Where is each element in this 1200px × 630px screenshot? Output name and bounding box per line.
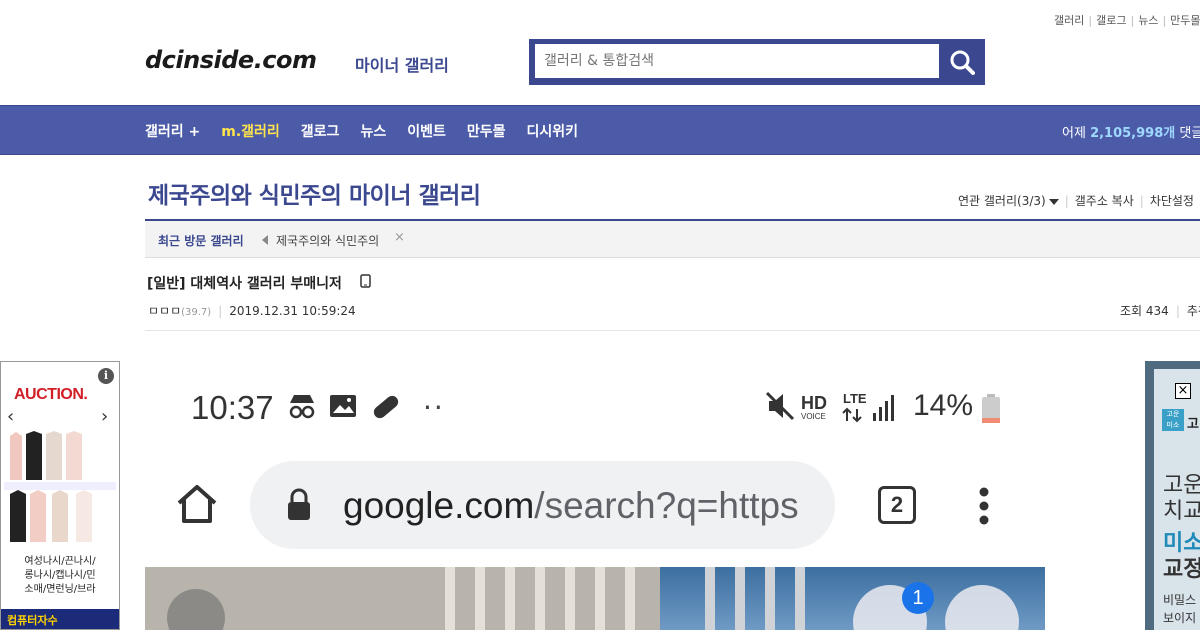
second-ad[interactable]: 컴퓨터자수 — [1, 609, 119, 629]
main-nav: 갤러리 + m.갤러리 갤로그 뉴스 이벤트 만두몰 디시위키 어제 2,105… — [0, 105, 1200, 155]
util-link-mall[interactable]: 만두몰 — [1170, 14, 1200, 27]
voice-label: VOICE — [801, 412, 826, 421]
status-more-dots: ·· — [423, 391, 445, 424]
stats-prefix: 어제 — [1062, 126, 1086, 141]
home-icon[interactable] — [175, 483, 219, 525]
ad-product-image — [4, 430, 116, 550]
ad-heading-1: 고운 치교 — [1163, 473, 1200, 524]
clinic-logo-text: 고 — [1187, 417, 1199, 432]
ad-caption: 여성나시/끈나시/ 롱나시/캡나시/민 소매/면런닝/브라 — [24, 556, 96, 595]
tabs-count-button[interactable]: 2 — [878, 486, 916, 524]
nav-minor-gallery[interactable]: m.갤러리 — [221, 121, 280, 141]
post-recommend: 추천 — [1186, 304, 1200, 318]
lock-icon — [288, 488, 310, 520]
url-path: /search?q=https — [534, 485, 799, 526]
right-banner-ad[interactable]: × 고운 미소 고 고운 치교 미소 교정 비밀스 보이지 — [1145, 361, 1200, 630]
arrow-left-icon[interactable] — [262, 235, 268, 245]
gallery-title[interactable]: 제국주의와 식민주의 마이너 갤러리 — [148, 176, 481, 210]
ad-small-text: 비밀스 보이지 — [1163, 593, 1197, 625]
stats-suffix: 댓글 — [1179, 126, 1200, 141]
url-text: google.com/search?q=https — [343, 485, 799, 527]
status-right-icons: HD VOICE LTE — [765, 391, 894, 423]
post-title: [일반] 대체역사 갤러리 부매니저 — [147, 276, 342, 292]
close-icon[interactable]: × — [1175, 383, 1191, 399]
auction-logo: AUCTION. — [14, 386, 88, 403]
recent-visits-label: 최근 방문 갤러리 — [158, 234, 244, 248]
gallery-tools: 연관 갤러리(3/3) | 갤주소 복사 | 차단설정 — [958, 194, 1194, 208]
stats-value: 2,105,998개 — [1090, 126, 1176, 141]
second-ad-text: 컴퓨터자수 — [7, 614, 58, 627]
search-icon — [950, 50, 975, 75]
close-icon[interactable]: × — [394, 230, 405, 245]
hd-label: HD — [801, 393, 827, 413]
post-image: 10:37 ·· HD VOICE LTE 14% google.com/sea… — [145, 361, 1045, 630]
nav-mall[interactable]: 만두몰 — [467, 121, 506, 141]
recent-visit-item[interactable]: 제국주의와 식민주의 — [276, 232, 379, 249]
image-icon — [330, 395, 356, 417]
block-settings-button[interactable]: 차단설정 — [1150, 194, 1194, 208]
nav-wiki[interactable]: 디시위키 — [526, 121, 578, 141]
related-gallery-button[interactable]: 연관 갤러리(3/3) — [958, 194, 1059, 208]
copy-address-button[interactable]: 갤주소 복사 — [1075, 194, 1134, 208]
util-link-gallog[interactable]: 갤로그 — [1096, 14, 1126, 27]
mute-icon — [765, 391, 795, 421]
nav-news[interactable]: 뉴스 — [360, 121, 386, 141]
clinic-logo: 고운 미소 — [1162, 409, 1184, 431]
battery-icon — [982, 394, 1000, 423]
divider — [145, 330, 1200, 331]
caret-down-icon — [1048, 198, 1059, 205]
status-icons — [289, 395, 399, 419]
lte-label: LTE — [843, 391, 867, 406]
top-util-links: 갤러리 | 갤로그 | 뉴스 | 만두몰 — [1054, 14, 1200, 27]
search-button[interactable] — [939, 39, 985, 85]
page: 갤러리 | 갤로그 | 뉴스 | 만두몰 dcinside.com 마이너 갤러리 갤러리 … — [0, 0, 1200, 630]
recent-visits-bar: 최근 방문 갤러리 제국주의와 식민주의 × — [145, 219, 1200, 258]
post-views: 조회 434 — [1120, 304, 1169, 318]
post-date: 2019.12.31 10:59:24 — [229, 304, 356, 318]
nav-gallog[interactable]: 갤로그 — [301, 121, 340, 141]
nav-event[interactable]: 이벤트 — [407, 121, 446, 141]
url-bar[interactable]: google.com/search?q=https — [250, 461, 835, 549]
ad-heading-3: 교정 — [1163, 557, 1200, 582]
search-input[interactable] — [535, 44, 939, 78]
incognito-icon — [289, 395, 315, 419]
util-link-gallery[interactable]: 갤러리 — [1054, 14, 1084, 27]
more-vert-icon[interactable] — [979, 487, 989, 525]
signal-icon — [873, 395, 894, 421]
status-time: 10:37 — [191, 389, 274, 426]
nav-gallery[interactable]: 갤러리 + — [145, 121, 200, 141]
battery-level: 14% — [913, 389, 974, 422]
post-author[interactable]: ㅁㅁㅁ — [148, 304, 181, 318]
url-domain: google.com — [343, 485, 535, 526]
info-icon[interactable]: i — [98, 368, 114, 384]
search-box — [529, 39, 985, 85]
mobile-icon — [360, 274, 371, 288]
site-logo[interactable]: dcinside.com — [145, 46, 317, 74]
post-meta: ㅁㅁㅁ(39.7) | 2019.12.31 10:59:24 — [148, 304, 356, 318]
pill-icon — [373, 395, 399, 419]
ad-next-button[interactable]: › — [101, 406, 108, 427]
post-stats: 조회 434|추천 — [1120, 302, 1200, 319]
notification-badge: 1 — [902, 582, 934, 614]
post-author-ip: (39.7) — [181, 307, 212, 318]
left-banner-ad[interactable]: i AUCTION. ‹ › 여성나시/끈나시/ 롱나시/캡나시/민 소매/면런… — [0, 361, 120, 630]
ad-prev-button[interactable]: ‹ — [7, 406, 14, 427]
nav-stats: 어제 2,105,998개 댓글 — [1062, 122, 1200, 141]
util-link-news[interactable]: 뉴스 — [1138, 14, 1158, 27]
minor-gallery-logo[interactable]: 마이너 갤러리 — [355, 52, 449, 76]
